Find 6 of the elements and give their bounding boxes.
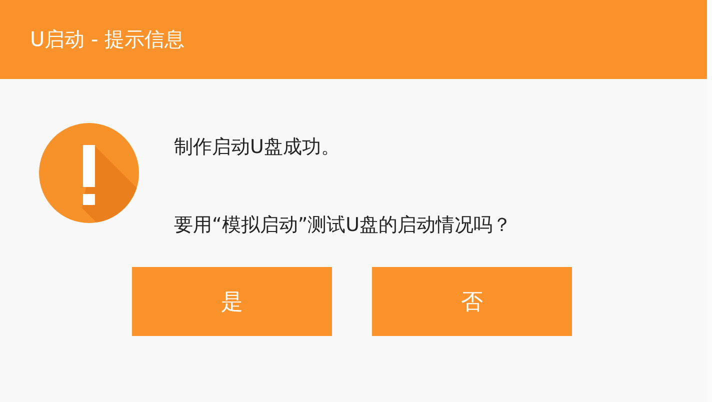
window-title: U启动 - 提示信息 (30, 26, 185, 53)
warning-icon (38, 122, 140, 224)
message-text: 制作启动U盘成功。 (174, 135, 341, 159)
dialog-button[interactable]: 是 (132, 267, 332, 336)
dialog-button[interactable]: 否 (372, 267, 572, 336)
message-text: 要用“模拟启动”测试U盘的启动情况吗？ (174, 213, 512, 237)
